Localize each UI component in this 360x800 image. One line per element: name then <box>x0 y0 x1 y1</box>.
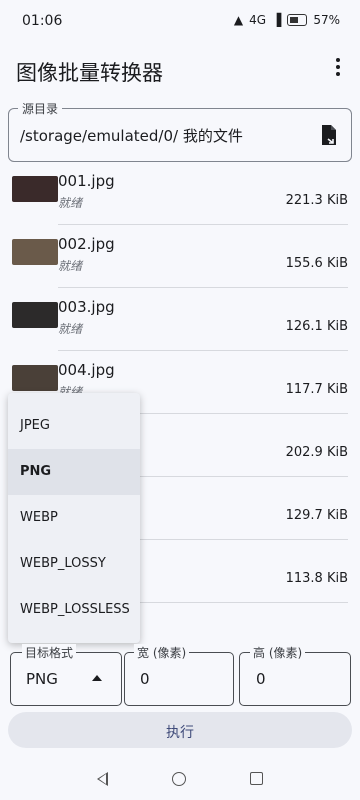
signal-icon: ▐ <box>272 13 282 27</box>
network-label: 4G <box>249 13 267 27</box>
back-icon[interactable] <box>97 772 108 786</box>
source-directory-label: 源目录 <box>18 100 63 117</box>
file-size: 129.7 KiB <box>285 508 348 523</box>
menu-item-webp-lossless[interactable]: WEBP_LOSSLESS <box>8 587 140 633</box>
menu-item-webp[interactable]: WEBP <box>8 495 140 541</box>
format-dropdown-menu: JPEG PNG WEBP WEBP_LOSSY WEBP_LOSSLESS <box>8 393 140 643</box>
wifi-icon: ▲ <box>233 13 244 27</box>
file-thumbnail <box>12 302 58 328</box>
menu-item-png[interactable]: PNG <box>8 449 140 495</box>
file-size: 202.9 KiB <box>285 445 348 460</box>
status-time: 01:06 <box>22 13 63 29</box>
target-format-label: 目标格式 <box>22 644 77 661</box>
navigation-bar <box>0 760 360 800</box>
file-name: 001.jpg <box>58 172 115 190</box>
file-status: 就绪 <box>58 196 83 210</box>
execute-button[interactable]: 执行 <box>8 712 352 748</box>
file-status: 就绪 <box>58 322 83 336</box>
status-bar: 01:06 ▲ 4G ▐ 57% <box>0 0 360 42</box>
caret-up-icon[interactable] <box>92 675 102 681</box>
home-icon[interactable] <box>172 772 186 786</box>
list-item[interactable]: 002.jpg 就绪 155.6 KiB <box>0 225 360 288</box>
list-item[interactable]: 001.jpg 就绪 221.3 KiB <box>0 162 360 225</box>
height-value: 0 <box>256 670 266 688</box>
menu-item-jpeg[interactable]: JPEG <box>8 403 140 449</box>
target-format-value: PNG <box>26 670 58 688</box>
file-open-icon[interactable] <box>320 124 338 146</box>
menu-item-webp-lossy[interactable]: WEBP_LOSSY <box>8 541 140 587</box>
file-size: 221.3 KiB <box>285 193 348 208</box>
file-size: 155.6 KiB <box>285 256 348 271</box>
app-title: 图像批量转换器 <box>16 61 163 85</box>
file-size: 126.1 KiB <box>285 319 348 334</box>
file-name: 002.jpg <box>58 235 115 253</box>
file-size: 117.7 KiB <box>285 382 348 397</box>
status-icons: ▲ 4G ▐ 57% <box>234 13 340 27</box>
battery-percent: 57% <box>313 13 340 27</box>
execute-label: 执行 <box>166 725 194 741</box>
recent-apps-icon[interactable] <box>250 772 263 785</box>
file-thumbnail <box>12 365 58 391</box>
file-status: 就绪 <box>58 259 83 273</box>
height-label: 高 (像素) <box>250 644 306 661</box>
list-item[interactable]: 003.jpg 就绪 126.1 KiB <box>0 288 360 351</box>
file-size: 113.8 KiB <box>285 571 348 586</box>
battery-icon <box>287 14 308 26</box>
source-directory-path: /storage/emulated/0/ 我的文件 <box>20 127 243 145</box>
file-name: 003.jpg <box>58 298 115 316</box>
more-options-icon[interactable] <box>336 58 340 76</box>
file-name: 004.jpg <box>58 361 115 379</box>
width-label: 宽 (像素) <box>134 644 190 661</box>
file-thumbnail <box>12 176 58 202</box>
width-value: 0 <box>140 670 150 688</box>
file-thumbnail <box>12 239 58 265</box>
